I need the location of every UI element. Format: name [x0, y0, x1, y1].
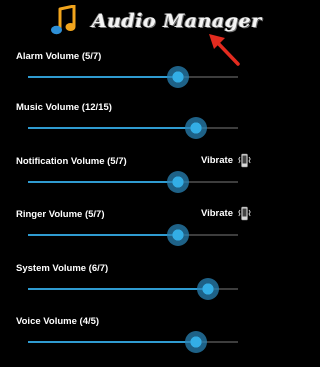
slider-thumb[interactable] [197, 278, 219, 300]
ringer-volume-label: Ringer Volume (5/7) [16, 209, 105, 220]
voice-volume-slider[interactable] [28, 331, 238, 353]
music-volume-row: Music Volume (12/15) [0, 102, 281, 146]
slider-fill [28, 234, 178, 236]
system-volume-slider[interactable] [28, 278, 238, 300]
app-header: Audio Manager [0, 0, 281, 66]
system-volume-row: System Volume (6/7) [0, 263, 281, 307]
alarm-volume-row: Alarm Volume (5/7) [0, 51, 281, 95]
slider-thumb[interactable] [185, 331, 207, 353]
voice-volume-label: Voice Volume (4/5) [16, 316, 100, 327]
notification-volume-row: Notification Volume (5/7) Vibrate [0, 153, 281, 200]
slider-fill [28, 288, 208, 290]
slider-fill [28, 181, 178, 183]
vibrate-label: Vibrate [200, 208, 233, 219]
slider-thumb[interactable] [167, 224, 189, 246]
alarm-volume-label: Alarm Volume (5/7) [16, 51, 102, 62]
slider-thumb[interactable] [167, 171, 189, 193]
slider-thumb[interactable] [185, 117, 207, 139]
notification-volume-label: Notification Volume (5/7) [16, 156, 127, 167]
slider-fill [28, 127, 196, 129]
ringer-vibrate-toggle[interactable]: Vibrate [201, 206, 251, 221]
vibrate-phone-icon [238, 153, 251, 168]
alarm-volume-slider[interactable] [28, 66, 238, 88]
notification-vibrate-toggle[interactable]: Vibrate [201, 153, 251, 168]
voice-volume-row: Voice Volume (4/5) [0, 316, 281, 360]
slider-fill [28, 76, 178, 78]
notification-volume-slider[interactable] [28, 171, 238, 193]
slider-fill [28, 341, 196, 343]
ringer-volume-row: Ringer Volume (5/7) Vibrate [0, 206, 281, 253]
system-volume-label: System Volume (6/7) [16, 263, 109, 274]
music-note-icon [51, 5, 76, 35]
slider-thumb[interactable] [167, 66, 189, 88]
vibrate-phone-icon [238, 206, 251, 221]
music-volume-label: Music Volume (12/15) [16, 102, 112, 113]
music-volume-slider[interactable] [28, 117, 238, 139]
ringer-volume-slider[interactable] [28, 224, 238, 246]
vibrate-label: Vibrate [200, 155, 233, 166]
